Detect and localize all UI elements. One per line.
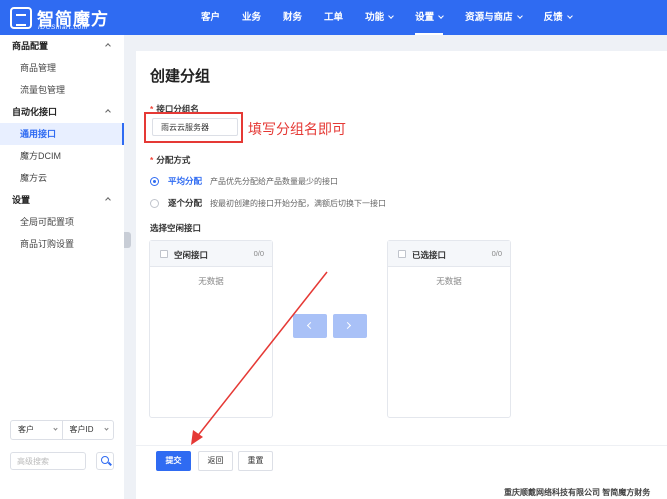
annotation-highlight-box <box>144 112 243 143</box>
search-button[interactable] <box>96 452 114 470</box>
selected-panel-header: 已选接口 0/0 <box>388 241 510 267</box>
chevron-right-icon <box>343 321 352 330</box>
nav-item-label: 设置 <box>415 12 435 23</box>
page-title: 创建分组 <box>150 68 211 85</box>
idle-panel-empty: 无数据 <box>198 276 224 286</box>
brand-subtitle: IDCSmart.com <box>38 24 88 31</box>
sidebar-group-label: 设置 <box>12 195 31 205</box>
brand-mark-icon <box>10 7 32 29</box>
chevron-down-icon <box>438 13 444 19</box>
nav-item[interactable]: 资源与商店 <box>454 0 533 35</box>
nav-item-label: 工单 <box>324 12 344 23</box>
chevron-down-icon <box>52 426 58 431</box>
submit-button[interactable]: 提交 <box>156 451 191 471</box>
radio-unchecked-icon <box>150 198 159 208</box>
sidebar-menu: 商品配置商品管理 流量包管理自动化接口通用接口 魔方DCIM 魔方云设置全局可配置项商… <box>0 35 124 255</box>
advanced-search <box>10 452 114 470</box>
sidebar-group[interactable]: 设置 <box>0 189 124 211</box>
radio-average-desc: 产品优先分配给产品数量最少的接口 <box>210 176 339 186</box>
radio-sequential[interactable]: 逐个分配 按最初创建的接口开始分配，满额后切换下一接口 <box>150 196 386 210</box>
required-mark: * <box>150 155 154 165</box>
sidebar-item[interactable]: 全局可配置项 <box>0 211 124 233</box>
idle-panel-title: 空闲接口 <box>174 250 209 260</box>
selected-panel-title: 已选接口 <box>412 250 447 260</box>
radio-average[interactable]: 平均分配 产品优先分配给产品数量最少的接口 <box>150 174 338 188</box>
select-all-selected-checkbox[interactable] <box>398 250 406 258</box>
chevron-down-icon <box>104 426 109 431</box>
footer-copyright: 重庆顺戴网络科技有限公司 智简魔方财务 <box>504 488 651 497</box>
reset-button[interactable]: 重置 <box>238 451 273 471</box>
sidebar-group[interactable]: 自动化接口 <box>0 101 124 123</box>
chevron-up-icon <box>105 197 111 203</box>
radio-average-label: 平均分配 <box>168 176 203 186</box>
idle-interface-panel: 空闲接口 0/0 无数据 <box>149 240 273 418</box>
chevron-up-icon <box>105 109 111 115</box>
nav-item[interactable]: 反馈 <box>533 0 583 35</box>
sidebar-group-label: 商品配置 <box>12 41 49 51</box>
top-nav-bar: 智简魔方 IDCSmart.com 客户 业务 财务 工单 功能 设置 资源与商店 反馈 <box>0 0 667 35</box>
sidebar-group-label: 自动化接口 <box>12 107 58 117</box>
selected-panel-count: 0/0 <box>491 249 502 258</box>
client-id-select[interactable]: 客户ID <box>61 421 114 439</box>
radio-sequential-label: 逐个分配 <box>168 198 203 208</box>
chevron-up-icon <box>105 43 111 49</box>
nav-item-label: 客户 <box>201 12 221 23</box>
nav-item[interactable]: 财务 <box>272 0 313 35</box>
transfer-left-button[interactable] <box>293 314 327 338</box>
selected-interface-panel: 已选接口 0/0 无数据 <box>387 240 511 418</box>
select-interface-label: 选择空闲接口 <box>150 223 202 233</box>
advanced-search-input[interactable] <box>10 452 86 470</box>
sidebar: 商品配置商品管理 流量包管理自动化接口通用接口 魔方DCIM 魔方云设置全局可配置项商… <box>0 35 124 499</box>
nav-item-label: 功能 <box>365 12 385 23</box>
chevron-down-icon <box>388 13 394 19</box>
idle-panel-header: 空闲接口 0/0 <box>150 241 272 267</box>
nav-item-label: 资源与商店 <box>465 12 513 23</box>
sidebar-group[interactable]: 商品配置 <box>0 35 124 57</box>
sidebar-item[interactable]: 魔方云 <box>0 167 124 189</box>
radio-sequential-desc: 按最初创建的接口开始分配，满额后切换下一接口 <box>210 198 387 208</box>
search-icon <box>101 456 109 464</box>
client-select[interactable]: 客户 <box>11 421 62 439</box>
nav-item[interactable]: 客户 <box>190 0 231 35</box>
radio-checked-icon <box>150 176 159 186</box>
create-group-card: 创建分组 *接口分组名 填写分组名即可 *分配方式 平均分配 产品优先分配给产品… <box>136 51 667 499</box>
client-id-select-label: 客户ID <box>69 425 94 434</box>
sidebar-item[interactable]: 流量包管理 <box>0 79 124 101</box>
nav-item[interactable]: 业务 <box>231 0 272 35</box>
transfer-right-button[interactable] <box>333 314 367 338</box>
method-label-text: 分配方式 <box>156 155 191 165</box>
nav-item-label: 财务 <box>283 12 303 23</box>
nav-item[interactable]: 功能 <box>354 0 404 35</box>
back-button[interactable]: 返回 <box>198 451 233 471</box>
nav-item[interactable]: 工单 <box>313 0 354 35</box>
sidebar-item[interactable]: 通用接口 <box>0 123 124 145</box>
select-all-idle-checkbox[interactable] <box>160 250 168 258</box>
selected-panel-empty: 无数据 <box>436 276 462 286</box>
annotation-text: 填写分组名即可 <box>248 121 346 137</box>
chevron-down-icon <box>516 13 523 19</box>
sidebar-collapse-handle[interactable] <box>124 232 131 248</box>
sidebar-item[interactable]: 商品订购设置 <box>0 233 124 255</box>
sidebar-search-area: 客户 客户ID <box>10 420 114 470</box>
nav-item[interactable]: 设置 <box>404 0 454 35</box>
sidebar-item[interactable]: 商品管理 <box>0 57 124 79</box>
client-select-label: 客户 <box>18 425 34 434</box>
chevron-down-icon <box>566 13 573 19</box>
chevron-left-icon <box>306 321 315 330</box>
nav-item-label: 业务 <box>242 12 262 23</box>
search-type-selects: 客户 客户ID <box>10 420 114 440</box>
method-label: * 分配方式 <box>150 154 190 166</box>
main-nav: 客户 业务 财务 工单 功能 设置 资源与商店 反馈 <box>190 0 583 35</box>
nav-item-label: 反馈 <box>543 12 563 23</box>
idle-panel-count: 0/0 <box>253 249 264 258</box>
brand-logo[interactable]: 智简魔方 IDCSmart.com <box>10 5 138 31</box>
sidebar-item[interactable]: 魔方DCIM <box>0 145 124 167</box>
